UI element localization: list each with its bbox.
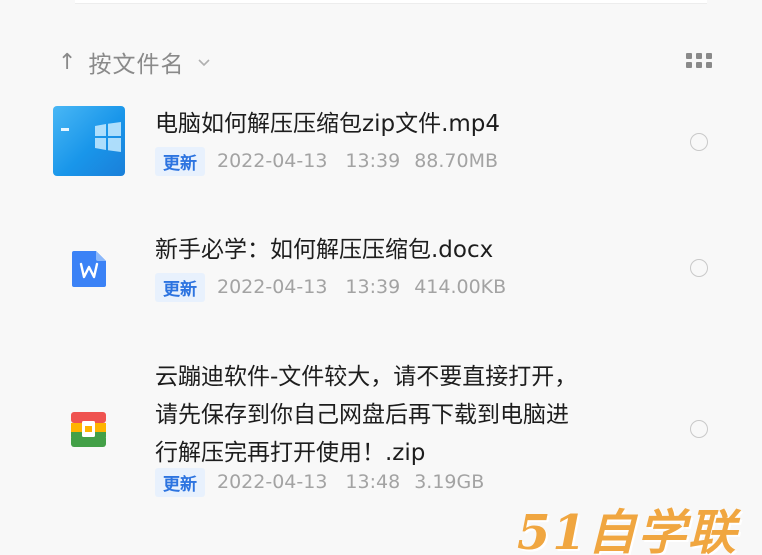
file-list-screen: ↑ 按文件名 电脑如何解压压缩包zip文件.mp4 更新 2022-04-13 …	[0, 0, 762, 555]
status-badge: 更新	[155, 467, 205, 497]
file-time: 13:48	[345, 471, 401, 493]
status-badge: 更新	[155, 272, 205, 302]
file-name: 云蹦迪软件-文件较大，请不要直接打开， 请先保存到你自己网盘后再下载到电脑进 行…	[155, 364, 578, 466]
file-time: 13:39	[345, 276, 401, 298]
search-bar-edge	[75, 0, 707, 4]
select-radio[interactable]	[690, 420, 708, 438]
file-date: 2022-04-13	[217, 150, 328, 172]
file-date: 2022-04-13	[217, 471, 328, 493]
status-badge: 更新	[155, 146, 205, 176]
watermark-logo: 51自学联盟	[517, 505, 738, 555]
file-name: 新手必学：如何解压压缩包.docx	[155, 237, 494, 263]
select-radio[interactable]	[690, 133, 708, 151]
file-meta: 更新 2022-04-13 13:39 414.00KB	[155, 272, 507, 302]
file-size: 3.19GB	[414, 471, 485, 493]
video-thumbnail	[53, 106, 125, 176]
file-size: 414.00KB	[414, 276, 507, 298]
grid-view-icon[interactable]	[686, 53, 714, 71]
windows-logo-icon	[95, 122, 121, 152]
arrow-up-icon: ↑	[58, 49, 77, 75]
chevron-down-icon	[198, 59, 211, 67]
file-time: 13:39	[345, 150, 401, 172]
zip-archive-icon	[71, 412, 106, 447]
file-meta: 更新 2022-04-13 13:39 88.70MB	[155, 146, 499, 176]
word-doc-icon	[72, 251, 106, 287]
file-size: 88.70MB	[414, 150, 499, 172]
file-meta: 更新 2022-04-13 13:48 3.19GB	[155, 467, 485, 497]
sort-dropdown[interactable]: ↑ 按文件名	[58, 44, 212, 80]
sort-label: 按文件名	[88, 52, 185, 78]
file-name: 电脑如何解压压缩包zip文件.mp4	[155, 111, 501, 137]
select-radio[interactable]	[690, 259, 708, 277]
file-date: 2022-04-13	[217, 276, 328, 298]
